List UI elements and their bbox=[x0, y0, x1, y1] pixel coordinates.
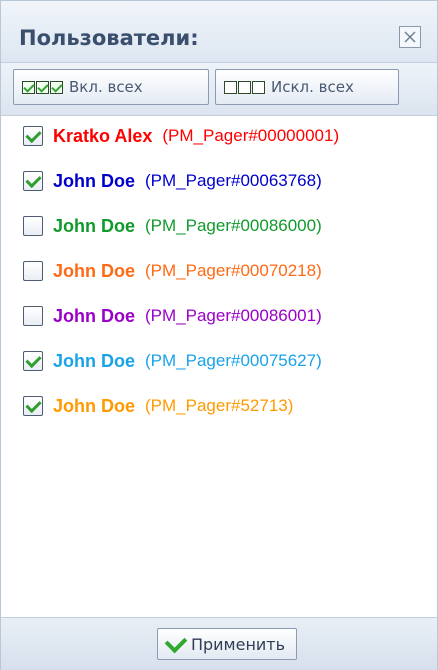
user-checkbox[interactable] bbox=[23, 171, 43, 191]
user-id: (PM_Pager#00070218) bbox=[145, 261, 322, 280]
panel-title: Пользователи: bbox=[19, 26, 199, 50]
apply-label: Применить bbox=[190, 634, 286, 654]
user-name: John Doe bbox=[53, 215, 136, 236]
user-checkbox[interactable] bbox=[23, 261, 43, 281]
toolbar: Вкл. всех Искл. всех bbox=[1, 63, 437, 116]
panel-footer: Применить bbox=[1, 617, 437, 670]
user-row[interactable]: John Doe (PM_Pager#00070218) bbox=[23, 256, 322, 286]
user-name: John Doe bbox=[53, 305, 136, 326]
user-row[interactable]: John Doe (PM_Pager#00086000) bbox=[23, 211, 322, 241]
user-id: (PM_Pager#00063768) bbox=[145, 171, 322, 190]
users-panel: Пользователи: Вкл. всех Искл. всех Kratk… bbox=[0, 0, 438, 670]
user-id: (PM_Pager#00075627) bbox=[145, 351, 322, 370]
user-row[interactable]: John Doe (PM_Pager#00063768) bbox=[23, 166, 322, 196]
checked-boxes-icon bbox=[22, 80, 63, 94]
user-id: (PM_Pager#52713) bbox=[145, 396, 294, 415]
select-all-label: Вкл. всех bbox=[69, 78, 143, 96]
user-name: John Doe bbox=[53, 350, 136, 371]
checkmark-icon bbox=[164, 630, 188, 653]
user-id: (PM_Pager#00086000) bbox=[145, 216, 322, 235]
user-row[interactable]: John Doe (PM_Pager#52713) bbox=[23, 391, 293, 421]
deselect-all-label: Искл. всех bbox=[271, 78, 354, 96]
user-row[interactable]: Kratko Alex (PM_Pager#00000001) bbox=[23, 121, 339, 151]
unchecked-boxes-icon bbox=[224, 80, 265, 94]
user-name: Kratko Alex bbox=[53, 125, 153, 146]
user-name: John Doe bbox=[53, 170, 136, 191]
user-id: (PM_Pager#00086001) bbox=[145, 306, 322, 325]
select-all-button[interactable]: Вкл. всех bbox=[13, 69, 209, 105]
user-row[interactable]: John Doe (PM_Pager#00086001) bbox=[23, 301, 322, 331]
user-id: (PM_Pager#00000001) bbox=[162, 126, 340, 145]
user-row[interactable]: John Doe (PM_Pager#00075627) bbox=[23, 346, 322, 376]
user-checkbox[interactable] bbox=[23, 351, 43, 371]
apply-button[interactable]: Применить bbox=[157, 628, 297, 660]
user-checkbox[interactable] bbox=[23, 126, 43, 146]
user-name: John Doe bbox=[53, 395, 136, 416]
user-name: John Doe bbox=[53, 260, 136, 281]
panel-header: Пользователи: bbox=[1, 1, 437, 63]
user-checkbox[interactable] bbox=[23, 396, 43, 416]
close-button[interactable] bbox=[399, 26, 421, 48]
user-checkbox[interactable] bbox=[23, 216, 43, 236]
deselect-all-button[interactable]: Искл. всех bbox=[215, 69, 399, 105]
close-icon bbox=[404, 31, 416, 43]
user-checkbox[interactable] bbox=[23, 306, 43, 326]
